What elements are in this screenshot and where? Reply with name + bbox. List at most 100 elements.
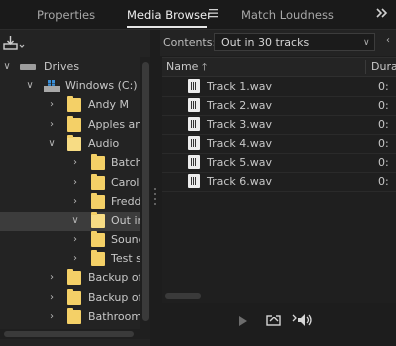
audio-file-icon (188, 98, 200, 112)
tree-label: Out in (111, 214, 140, 227)
tree-label: Windows (C:) (65, 79, 138, 92)
file-duration: 0: (378, 175, 389, 188)
tree-item-out-in[interactable]: ∨ Out in (0, 212, 140, 231)
folder-icon (91, 250, 105, 266)
chevron-down-icon[interactable]: ∨ (25, 81, 35, 91)
tree-item-sound[interactable]: › Sound (0, 231, 140, 250)
file-row-track-6[interactable]: Track 6.wav 0: (162, 172, 396, 192)
chevron-right-icon[interactable]: › (47, 100, 57, 110)
chevron-right-icon[interactable]: › (70, 158, 80, 168)
file-name: Track 4.wav (207, 137, 273, 150)
chevron-down-icon: ∨ (363, 38, 370, 48)
file-duration: 0: (378, 156, 389, 169)
tree-item-audio[interactable]: ∨ Audio (0, 135, 140, 154)
tree-label: Audio (88, 137, 120, 150)
folder-icon (91, 154, 105, 170)
tree-label: Test s (111, 252, 140, 265)
audio-file-icon (188, 136, 200, 150)
tree-label: Apples and (88, 118, 140, 131)
folder-icon (67, 308, 81, 324)
column-header-duration[interactable]: Dura (371, 60, 396, 73)
hamburger-icon[interactable] (209, 8, 219, 21)
folder-icon (91, 174, 105, 190)
chevron-down-icon[interactable]: ∨ (47, 139, 57, 149)
file-row-track-2[interactable]: Track 2.wav 0: (162, 96, 396, 116)
file-name: Track 2.wav (207, 99, 273, 112)
file-row-track-4[interactable]: Track 4.wav 0: (162, 134, 396, 154)
tree-label: Backup of (88, 271, 140, 284)
folder-icon (67, 269, 81, 285)
tree-label: Fredd (111, 195, 140, 208)
tree-item-andy-m[interactable]: › Andy M (0, 96, 140, 115)
play-icon[interactable] (237, 315, 249, 330)
folder-icon (67, 289, 81, 305)
chevron-right-icon[interactable]: › (70, 235, 80, 245)
file-row-track-3[interactable]: Track 3.wav 0: (162, 115, 396, 135)
chevron-right-icon[interactable]: › (70, 178, 80, 188)
chevron-right-icon[interactable]: › (47, 273, 57, 283)
file-list-header: Name 🡑 Dura (162, 58, 396, 77)
tree-item-bathroom[interactable]: › Bathroom (0, 308, 140, 327)
tab-media-browser[interactable]: Media Browser (127, 8, 212, 22)
tree-item-batch[interactable]: › Batch (0, 154, 140, 173)
tab-properties[interactable]: Properties (37, 8, 95, 22)
column-divider[interactable] (365, 60, 366, 74)
tree-label: Andy M (88, 98, 129, 111)
panel-tab-bar: Properties Media Browser Match Loudness (0, 0, 396, 30)
chevron-down-icon[interactable]: ∨ (70, 216, 80, 226)
audio-file-icon (188, 174, 200, 188)
tab-match-loudness[interactable]: Match Loudness (241, 8, 334, 22)
loop-icon[interactable] (266, 313, 282, 330)
file-duration: 0: (378, 99, 389, 112)
file-row-track-1[interactable]: Track 1.wav 0: (162, 77, 396, 97)
contents-dropdown-value: Out in 30 tracks (221, 36, 310, 49)
chevron-left-icon[interactable]: ‹ (386, 35, 390, 46)
column-header-name[interactable]: Name 🡑 (166, 60, 207, 77)
tree-label: Drives (44, 60, 80, 73)
chevron-right-icon[interactable]: › (70, 197, 80, 207)
column-header-name-label: Name (166, 60, 199, 73)
tree-item-caroli[interactable]: › Caroli (0, 174, 140, 193)
audio-file-icon (188, 155, 200, 169)
file-name: Track 1.wav (207, 80, 273, 93)
chevron-down-icon[interactable]: ∨ (2, 62, 12, 72)
tree-item-backup-1[interactable]: › Backup of (0, 269, 140, 288)
chevron-right-icon[interactable]: › (47, 120, 57, 130)
tree-item-apples[interactable]: › Apples and (0, 116, 140, 135)
tree-label: Backup of (88, 291, 140, 304)
file-list-horizontal-scroll-thumb[interactable] (165, 293, 201, 299)
tree-item-drives[interactable]: ∨ Drives (0, 58, 140, 77)
folder-open-icon (91, 212, 105, 228)
splitter-grip-icon[interactable] (153, 186, 157, 206)
file-name: Track 3.wav (207, 118, 273, 131)
audio-file-icon (188, 79, 200, 93)
contents-dropdown[interactable]: Out in 30 tracks ∨ (214, 33, 375, 51)
tree-item-fredd[interactable]: › Fredd (0, 193, 140, 212)
file-duration: 0: (378, 80, 389, 93)
double-chevron-right-icon[interactable] (375, 7, 389, 22)
tree-horizontal-scroll-thumb[interactable] (4, 331, 134, 337)
file-row-track-5[interactable]: Track 5.wav 0: (162, 153, 396, 173)
windows-drive-icon (44, 80, 60, 96)
folder-icon (91, 193, 105, 209)
autoplay-speaker-icon[interactable] (292, 313, 314, 330)
contents-label: Contents: (163, 36, 217, 49)
chevron-right-icon[interactable]: › (47, 312, 57, 322)
tree-label: Caroli (111, 176, 140, 189)
file-duration: 0: (378, 118, 389, 131)
tree-item-windows-c[interactable]: ∨ Windows (C:) (0, 77, 140, 96)
file-name: Track 5.wav (207, 156, 273, 169)
tree-label: Batch (111, 156, 140, 169)
import-icon[interactable] (3, 35, 27, 54)
chevron-right-icon[interactable]: › (70, 254, 80, 264)
sort-ascending-icon: 🡑 (201, 62, 208, 73)
chevron-right-icon[interactable]: › (47, 293, 57, 303)
tree-item-test[interactable]: › Test s (0, 250, 140, 269)
drive-icon (20, 64, 36, 70)
tree-label: Sound (111, 233, 140, 246)
tree-vertical-scroll-thumb[interactable] (142, 62, 149, 321)
active-tab-indicator (127, 26, 207, 28)
file-name: Track 6.wav (207, 175, 273, 188)
folder-open-icon (67, 135, 81, 151)
tree-item-backup-2[interactable]: › Backup of (0, 289, 140, 308)
